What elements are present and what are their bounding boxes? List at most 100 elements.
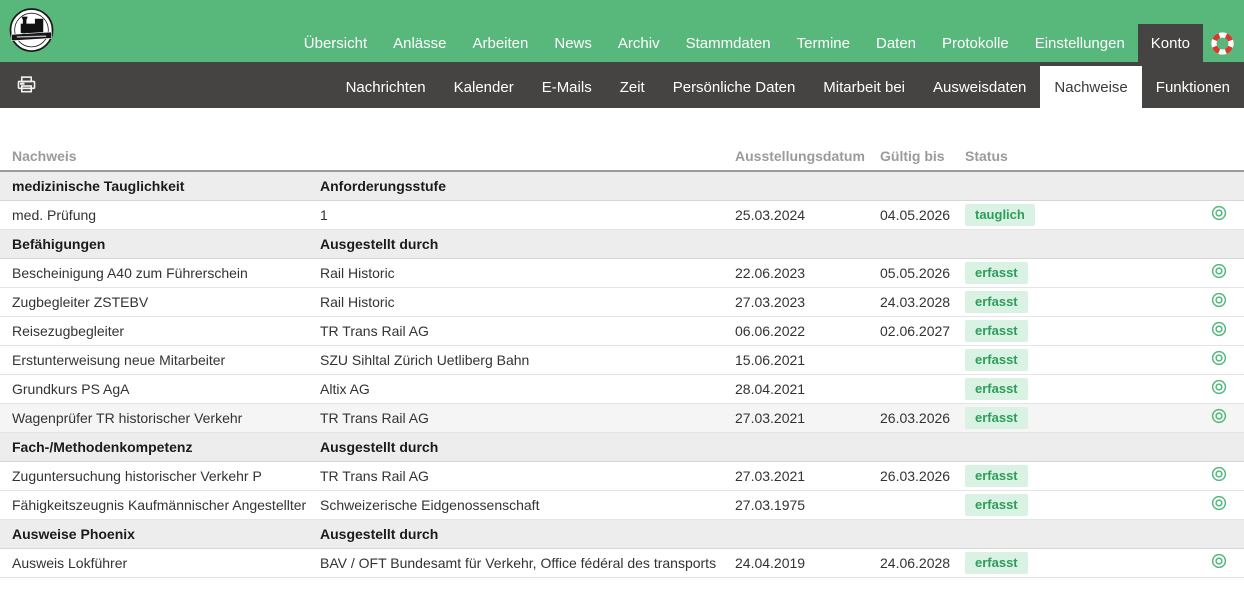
col-header-nachweis: Nachweis [0, 142, 320, 171]
print-button[interactable] [17, 76, 36, 96]
view-details-icon[interactable] [1211, 292, 1227, 311]
topnav-item-news[interactable]: News [541, 24, 605, 62]
cell-nachweis: Bescheinigung A40 zum Führerschein [0, 258, 320, 287]
group-header-row: Fach-/MethodenkompetenzAusgestellt durch [0, 432, 1244, 461]
group-empty [965, 519, 1145, 548]
col-header-actions [1145, 142, 1244, 171]
cell-status: erfasst [965, 403, 1145, 432]
status-badge: tauglich [965, 204, 1035, 226]
subnav-tab-ausweisdaten[interactable]: Ausweisdaten [919, 66, 1040, 108]
cell-issuer: TR Trans Rail AG [320, 403, 735, 432]
subnav-tab-mitarbeit-bei[interactable]: Mitarbeit bei [809, 66, 919, 108]
group-col2-header: Ausgestellt durch [320, 519, 735, 548]
subnav-tab-persönliche-daten[interactable]: Persönliche Daten [659, 66, 810, 108]
cell-issue-date: 27.03.2021 [735, 403, 880, 432]
group-empty [1145, 519, 1244, 548]
railway-club-logo [8, 7, 55, 55]
topnav-item-stammdaten[interactable]: Stammdaten [673, 24, 784, 62]
cell-nachweis: Wagenprüfer TR historischer Verkehr [0, 403, 320, 432]
cell-issue-date: 25.03.2024 [735, 200, 880, 229]
cell-nachweis: Reisezugbegleiter [0, 316, 320, 345]
view-details-icon[interactable] [1211, 321, 1227, 340]
group-empty [965, 229, 1145, 258]
subnav-tab-funktionen[interactable]: Funktionen [1142, 66, 1244, 108]
cell-valid-until: 04.05.2026 [880, 200, 965, 229]
table-row[interactable]: Zugbegleiter ZSTEBVRail Historic27.03.20… [0, 287, 1244, 316]
cell-actions [1145, 490, 1244, 519]
status-badge: erfasst [965, 494, 1028, 516]
cell-issue-date: 15.06.2021 [735, 345, 880, 374]
group-empty [735, 171, 880, 200]
cell-status: erfasst [965, 287, 1145, 316]
view-details-icon[interactable] [1211, 553, 1227, 572]
cell-actions [1145, 345, 1244, 374]
cell-valid-until: 26.03.2026 [880, 403, 965, 432]
subnav-tab-nachweise[interactable]: Nachweise [1040, 66, 1141, 108]
cell-valid-until: 24.03.2028 [880, 287, 965, 316]
cell-status: erfasst [965, 490, 1145, 519]
cell-issue-date: 06.06.2022 [735, 316, 880, 345]
topnav-item-anlässe[interactable]: Anlässe [380, 24, 459, 62]
topnav-item-termine[interactable]: Termine [784, 24, 863, 62]
status-badge: erfasst [965, 552, 1028, 574]
group-empty [735, 229, 880, 258]
view-details-icon[interactable] [1211, 408, 1227, 427]
cell-status: erfasst [965, 316, 1145, 345]
cell-nachweis: med. Prüfung [0, 200, 320, 229]
status-badge: erfasst [965, 407, 1028, 429]
table-row[interactable]: Wagenprüfer TR historischer VerkehrTR Tr… [0, 403, 1244, 432]
table-row[interactable]: Bescheinigung A40 zum FührerscheinRail H… [0, 258, 1244, 287]
view-details-icon[interactable] [1211, 263, 1227, 282]
table-row[interactable]: Erstunterweisung neue MitarbeiterSZU Sih… [0, 345, 1244, 374]
col-header-status: Status [965, 142, 1145, 171]
table-row[interactable]: Fähigkeitszeugnis Kaufmännischer Angeste… [0, 490, 1244, 519]
cell-actions [1145, 403, 1244, 432]
table-row[interactable]: ReisezugbegleiterTR Trans Rail AG06.06.2… [0, 316, 1244, 345]
table-row[interactable]: Ausweis LokführerBAV / OFT Bundesamt für… [0, 548, 1244, 577]
main-nav: ÜbersichtAnlässeArbeitenNewsArchivStammd… [291, 24, 1203, 62]
group-empty [1145, 229, 1244, 258]
cell-status: tauglich [965, 200, 1145, 229]
cell-actions [1145, 258, 1244, 287]
group-header-row: Ausweise PhoenixAusgestellt durch [0, 519, 1244, 548]
topnav-item-archiv[interactable]: Archiv [605, 24, 673, 62]
status-badge: erfasst [965, 320, 1028, 342]
table-row[interactable]: med. Prüfung125.03.202404.05.2026tauglic… [0, 200, 1244, 229]
status-badge: erfasst [965, 465, 1028, 487]
cell-valid-until: 24.06.2028 [880, 548, 965, 577]
topnav-item-einstellungen[interactable]: Einstellungen [1022, 24, 1138, 62]
view-details-icon[interactable] [1211, 379, 1227, 398]
account-sub-navigation: NachrichtenKalenderE-MailsZeitPersönlich… [0, 62, 1244, 108]
group-title: Fach-/Methodenkompetenz [0, 432, 320, 461]
cell-issuer: TR Trans Rail AG [320, 461, 735, 490]
cell-actions [1145, 461, 1244, 490]
topnav-item-daten[interactable]: Daten [863, 24, 929, 62]
cell-issuer: 1 [320, 200, 735, 229]
group-empty [735, 519, 880, 548]
group-header-row: BefähigungenAusgestellt durch [0, 229, 1244, 258]
view-details-icon[interactable] [1211, 466, 1227, 485]
topnav-item-übersicht[interactable]: Übersicht [291, 24, 380, 62]
topnav-item-protokolle[interactable]: Protokolle [929, 24, 1022, 62]
view-details-icon[interactable] [1211, 350, 1227, 369]
nachweise-table: Nachweis Ausstellungsdatum Gültig bis St… [0, 142, 1244, 578]
cell-issuer: TR Trans Rail AG [320, 316, 735, 345]
status-badge: erfasst [965, 378, 1028, 400]
help-lifebuoy-icon[interactable] [1203, 24, 1244, 62]
view-details-icon[interactable] [1211, 495, 1227, 514]
col-header-gueltig-bis: Gültig bis [880, 142, 965, 171]
topnav-item-arbeiten[interactable]: Arbeiten [460, 24, 542, 62]
status-badge: erfasst [965, 291, 1028, 313]
cell-issuer: Rail Historic [320, 287, 735, 316]
subnav-tab-e-mails[interactable]: E-Mails [528, 66, 606, 108]
view-details-icon[interactable] [1211, 205, 1227, 224]
group-title: Ausweise Phoenix [0, 519, 320, 548]
subnav-tab-nachrichten[interactable]: Nachrichten [332, 66, 440, 108]
cell-valid-until [880, 374, 965, 403]
table-row[interactable]: Zuguntersuchung historischer Verkehr PTR… [0, 461, 1244, 490]
table-row[interactable]: Grundkurs PS AgAAltix AG28.04.2021erfass… [0, 374, 1244, 403]
topnav-item-konto[interactable]: Konto [1138, 24, 1203, 62]
subnav-tab-kalender[interactable]: Kalender [440, 66, 528, 108]
subnav-tab-zeit[interactable]: Zeit [606, 66, 659, 108]
group-col2-header: Ausgestellt durch [320, 432, 735, 461]
